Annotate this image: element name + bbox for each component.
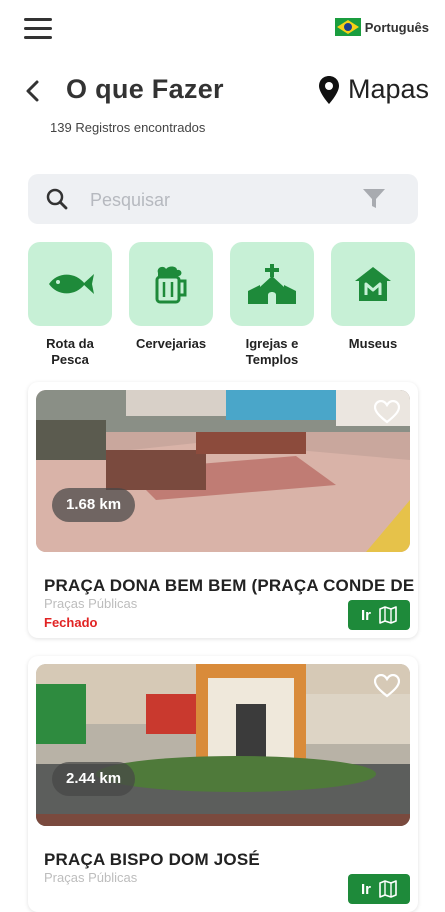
- category-label: Rota da Pesca: [46, 336, 94, 367]
- filter-icon[interactable]: [362, 187, 386, 211]
- museum-icon: [355, 267, 391, 301]
- go-label: Ir: [360, 606, 371, 624]
- search-bar: [28, 174, 418, 224]
- go-button[interactable]: Ir: [348, 600, 410, 630]
- place-photo: 2.44 km: [36, 664, 410, 826]
- distance-badge: 2.44 km: [52, 762, 136, 796]
- language-label: Português: [364, 19, 429, 35]
- back-arrow-icon[interactable]: [22, 78, 44, 104]
- category-label: Igrejas e Templos: [245, 336, 299, 367]
- fish-icon: [49, 274, 94, 294]
- maps-label: Mapas: [347, 74, 429, 104]
- heart-icon[interactable]: [374, 674, 400, 698]
- records-count: 139 Registros encontrados: [50, 120, 206, 135]
- map-icon: [379, 606, 397, 624]
- category-igrejas-e-templos[interactable]: Igrejas e Templos: [230, 242, 314, 368]
- category-cervejarias[interactable]: Cervejarias: [129, 242, 213, 352]
- search-input[interactable]: [88, 184, 352, 216]
- brazil-flag-icon: [334, 18, 361, 36]
- go-label: Ir: [360, 880, 371, 898]
- church-icon: [248, 264, 296, 304]
- language-selector[interactable]: Português: [334, 18, 429, 36]
- place-name: PRAÇA DONA BEM BEM (PRAÇA CONDE DE: [44, 576, 414, 595]
- place-category: Praças Públicas: [44, 870, 138, 885]
- beer-mug-icon: [155, 266, 187, 304]
- distance-badge: 1.68 km: [52, 488, 136, 522]
- page-title: O que Fazer: [66, 74, 224, 104]
- category-rota-da-pesca[interactable]: Rota da Pesca: [28, 242, 112, 368]
- maps-button[interactable]: Mapas: [318, 74, 429, 105]
- place-name: PRAÇA BISPO DOM JOSÉ: [44, 850, 260, 869]
- hamburger-menu-icon[interactable]: [24, 18, 54, 40]
- place-status: Fechado: [44, 615, 98, 630]
- map-pin-icon: [318, 75, 339, 104]
- map-icon: [379, 880, 397, 898]
- category-label: Museus: [348, 336, 398, 351]
- place-card[interactable]: 2.44 km PRAÇA BISPO DOM JOSÉ Praças Públ…: [28, 656, 418, 912]
- category-label: Cervejarias: [135, 336, 207, 351]
- place-category: Praças Públicas: [44, 596, 138, 611]
- heart-icon[interactable]: [374, 400, 400, 424]
- search-icon: [46, 188, 68, 210]
- category-museus[interactable]: Museus: [331, 242, 415, 352]
- place-photo: 1.68 km: [36, 390, 410, 552]
- place-card[interactable]: 1.68 km PRAÇA DONA BEM BEM (PRAÇA CONDE …: [28, 382, 418, 638]
